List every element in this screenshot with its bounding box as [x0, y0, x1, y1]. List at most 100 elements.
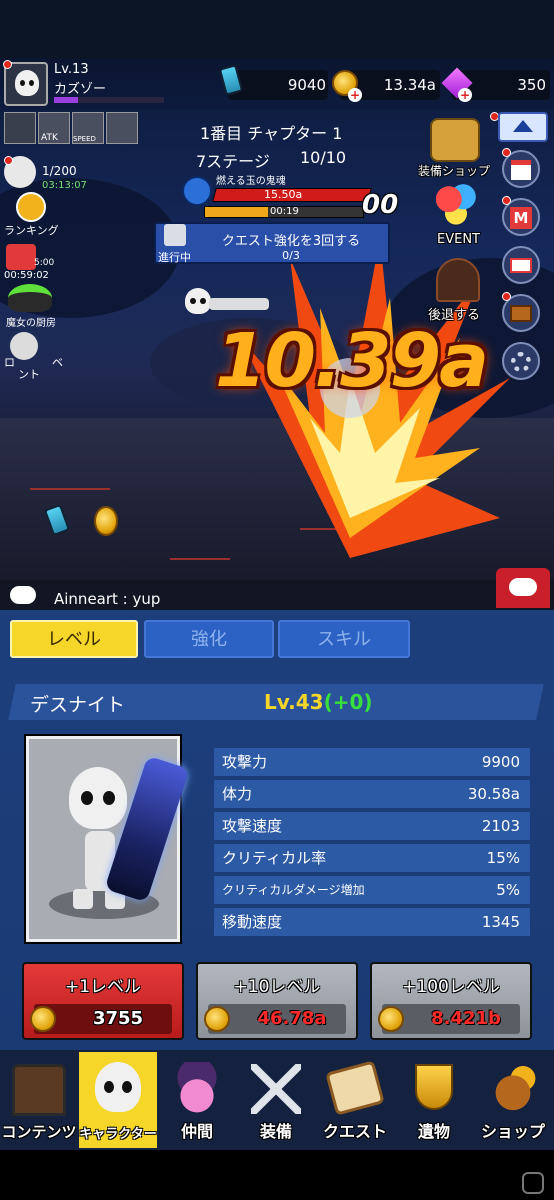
tab-upgrade[interactable]: 強化	[144, 620, 274, 658]
ghost-counter-value: 1/200	[42, 164, 77, 178]
retreat-label[interactable]: 後退する	[428, 304, 480, 323]
crossed-swords-icon	[251, 1064, 301, 1114]
battery-value: 9040	[287, 76, 326, 94]
stage-name: 7ステージ	[196, 152, 270, 171]
nav-companions-label: 仲間	[180, 1122, 213, 1141]
combo-counter: 00	[362, 190, 399, 220]
chevron-up-icon	[513, 120, 533, 132]
chapter-title: 1番目 チャプター 1	[200, 124, 343, 143]
chat-icon	[509, 578, 537, 596]
ranking-label[interactable]: ランキング	[4, 222, 59, 238]
character-portrait	[24, 734, 190, 944]
mission-notification-dot	[502, 196, 511, 205]
stat-row: クリティカル率 15%	[214, 844, 530, 872]
equipment-shop-label[interactable]: 装備ショップ	[418, 162, 490, 179]
left-menu: 1/200 03:13:07 ランキング 5:00 00:59:02 魔女の厨房…	[0, 150, 87, 381]
tab-level[interactable]: レベル	[10, 620, 138, 658]
event-label-part2: ベ	[52, 356, 63, 369]
nav-equipment-label: 装備	[259, 1122, 292, 1141]
nav-companions[interactable]: 仲間	[158, 1052, 236, 1148]
mission-icon: M	[510, 207, 532, 229]
nav-character[interactable]: キャラクター	[79, 1052, 157, 1148]
stage-progress: 10/10	[300, 148, 347, 167]
video-count: 5:00	[34, 258, 55, 268]
stat-row: 攻撃速度 2103	[214, 812, 530, 840]
boss-name: 燃える玉の鬼魂	[216, 176, 286, 187]
collapse-menu-button[interactable]	[498, 112, 548, 142]
watermark-logo	[522, 1172, 544, 1194]
retreat-icon[interactable]	[436, 258, 480, 302]
speed-buff-icon: SPEED	[72, 112, 104, 144]
boss-icon	[182, 176, 212, 206]
player-name: カズゾー	[54, 82, 107, 97]
castle-gate-icon	[12, 1064, 66, 1116]
add-gem-button[interactable]: +	[458, 88, 472, 102]
quest-progress: 0/3	[282, 249, 300, 262]
event-label-part3: ント	[18, 368, 40, 381]
chat-open-button[interactable]	[496, 568, 550, 608]
coin-drop-icon[interactable]	[94, 506, 118, 536]
companion-icon	[174, 1062, 220, 1114]
mail-icon	[510, 258, 532, 273]
settings-button[interactable]	[502, 342, 540, 380]
nav-shop[interactable]: ショップ	[474, 1052, 552, 1148]
status-bar	[0, 0, 554, 58]
footer-area	[0, 1150, 554, 1200]
event-label[interactable]: EVENT	[437, 232, 480, 247]
stat-row: 体力 30.58a	[214, 780, 530, 808]
nav-contents[interactable]: コンテンツ	[0, 1052, 78, 1148]
target-buff-icon	[106, 112, 138, 144]
gold-value: 13.34a	[383, 76, 436, 94]
character-name: デスナイト	[30, 694, 126, 716]
xp-bar	[54, 97, 164, 103]
ranking-icon[interactable]	[16, 192, 46, 222]
character-level-value: Lv.43	[264, 690, 324, 714]
level-up-1-label: +1レベル	[64, 977, 142, 997]
nav-quest[interactable]: クエスト	[316, 1052, 394, 1148]
event-balloons-icon[interactable]	[432, 180, 480, 228]
gem-value: 350	[517, 76, 546, 94]
calendar-notification-dot	[502, 148, 511, 157]
chest-notification-dot	[502, 292, 511, 301]
video-reward-icon[interactable]	[6, 244, 36, 270]
nav-relics-label: 遺物	[417, 1122, 450, 1141]
mail-button[interactable]	[502, 246, 540, 284]
treasure-bag-icon	[488, 1064, 538, 1112]
equipment-shop-icon[interactable]	[430, 118, 480, 162]
gear-icon	[511, 352, 531, 372]
avatar-notification-dot	[3, 60, 12, 69]
video-timer: 00:59:02	[4, 270, 49, 281]
chat-bubble-icon	[10, 586, 36, 604]
level-up-10-button[interactable]: +10レベル 46.78a	[196, 962, 358, 1040]
nav-relics[interactable]: 遺物	[395, 1052, 473, 1148]
calendar-icon	[511, 160, 531, 180]
player-level: Lv.13	[54, 62, 89, 77]
ghost-counter-notification-dot	[4, 156, 13, 165]
damage-number: 10.39a	[215, 318, 489, 404]
scroll-icon	[325, 1060, 385, 1116]
quest-status: 進行中	[158, 251, 191, 264]
quest-title: クエスト強化を3回する	[221, 234, 361, 249]
sword-buff-icon	[4, 112, 36, 144]
boss-hp-value: 15.50a	[264, 188, 303, 201]
coin-icon	[30, 1006, 56, 1032]
level-up-1-cost: 3755	[92, 1008, 144, 1029]
tab-skill[interactable]: スキル	[278, 620, 410, 658]
stat-row: 移動速度 1345	[214, 908, 530, 936]
level-up-1-button[interactable]: +1レベル 3755	[22, 962, 184, 1040]
coin-icon	[204, 1006, 230, 1032]
stat-row: 攻撃力 9900	[214, 748, 530, 776]
add-gold-button[interactable]: +	[348, 88, 362, 102]
chat-message: Ainneart : yup	[54, 590, 161, 608]
chest-icon	[510, 305, 532, 322]
skull-icon	[95, 1062, 141, 1112]
player-avatar[interactable]	[4, 62, 48, 106]
nav-equipment[interactable]: 装備	[237, 1052, 315, 1148]
event-label-part1: ロ	[4, 356, 15, 369]
level-up-10-label: +10レベル	[233, 977, 321, 997]
coin-icon	[378, 1006, 404, 1032]
level-up-100-cost: 8.421b	[431, 1008, 501, 1029]
witch-kitchen-icon[interactable]	[8, 284, 52, 312]
level-up-100-button[interactable]: +100レベル 8.421b	[370, 962, 532, 1040]
witch-kitchen-label[interactable]: 魔女の厨房	[6, 314, 56, 329]
